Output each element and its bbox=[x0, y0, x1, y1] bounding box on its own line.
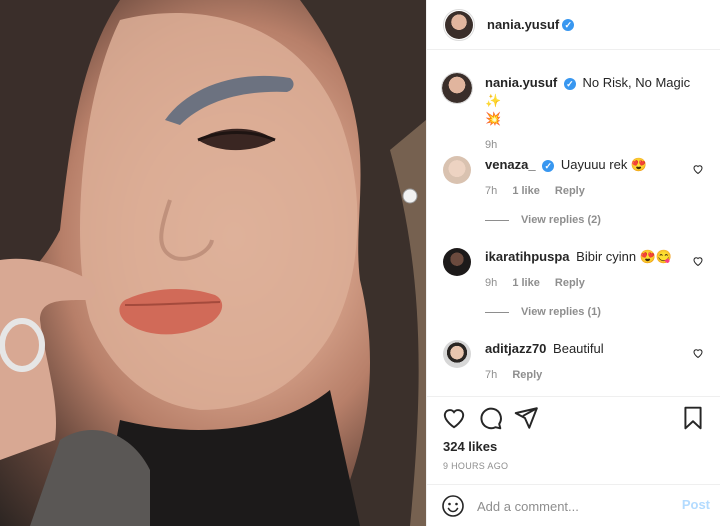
author-username[interactable]: nania.yusuf bbox=[487, 17, 559, 32]
reply-button[interactable]: Reply bbox=[555, 277, 585, 289]
like-comment-heart-icon[interactable] bbox=[692, 163, 704, 175]
comment-icon[interactable] bbox=[477, 405, 503, 431]
like-comment-heart-icon[interactable] bbox=[692, 347, 704, 359]
comment-username[interactable]: aditjazz70 bbox=[485, 341, 546, 356]
view-replies-button[interactable]: View replies (1) bbox=[485, 306, 601, 318]
post-sidebar: nania.yusuf ✓ nania.yusuf ✓ No Risk, No … bbox=[426, 0, 720, 526]
verified-badge-icon: ✓ bbox=[542, 159, 555, 172]
comment-body: ikaratihpuspa Bibir cyinn 😍😋 9h 1 like R… bbox=[485, 248, 680, 292]
selfie-illustration bbox=[0, 0, 426, 526]
comment-body: venaza_ ✓ Uayuuu rek 😍 7h 1 like Reply bbox=[485, 156, 680, 200]
likes-count[interactable]: 324 likes bbox=[443, 439, 497, 454]
caption-meta: 9h bbox=[485, 136, 704, 154]
view-replies-label: View replies (2) bbox=[521, 214, 601, 226]
commenter-avatar[interactable] bbox=[443, 340, 471, 368]
comment-text: Uayuuu rek 😍 bbox=[560, 157, 648, 172]
like-comment-heart-icon[interactable] bbox=[692, 255, 704, 267]
author-avatar[interactable] bbox=[443, 8, 475, 41]
comment-likes[interactable]: 1 like bbox=[512, 277, 540, 289]
post-actions: 324 likes 9 HOURS AGO bbox=[427, 396, 720, 484]
comment-time[interactable]: 7h bbox=[485, 369, 497, 381]
post-header: nania.yusuf ✓ bbox=[427, 0, 720, 50]
bookmark-icon[interactable] bbox=[680, 405, 706, 431]
caption-avatar[interactable] bbox=[441, 72, 473, 104]
sparkles-emoji-icon: ✨ bbox=[485, 93, 502, 108]
comment-likes[interactable]: 1 like bbox=[512, 185, 540, 197]
view-replies-label: View replies (1) bbox=[521, 306, 601, 318]
comment-username[interactable]: venaza_ bbox=[485, 157, 536, 172]
action-icons bbox=[441, 405, 706, 435]
reply-button[interactable]: Reply bbox=[512, 369, 542, 381]
comment-text: Bibir cyinn 😍😋 bbox=[576, 249, 673, 264]
comment-username[interactable]: ikaratihpuspa bbox=[485, 249, 570, 264]
heart-icon[interactable] bbox=[441, 405, 467, 431]
caption: nania.yusuf ✓ No Risk, No Magic ✨ 💥 9h bbox=[441, 72, 704, 151]
caption-username[interactable]: nania.yusuf bbox=[485, 75, 557, 90]
commenter-avatar[interactable] bbox=[443, 156, 471, 184]
comment-meta: 9h 1 like Reply bbox=[485, 274, 680, 292]
caption-time[interactable]: 9h bbox=[485, 139, 497, 151]
reply-button[interactable]: Reply bbox=[555, 185, 585, 197]
post-photo[interactable] bbox=[0, 0, 426, 526]
add-comment-bar: Post bbox=[427, 484, 720, 526]
comment-time[interactable]: 7h bbox=[485, 185, 497, 197]
verified-badge-icon: ✓ bbox=[563, 77, 576, 90]
add-comment-input[interactable] bbox=[477, 495, 667, 517]
comment-item: aditjazz70 Beautiful 7h Reply bbox=[443, 340, 704, 390]
comment-item: venaza_ ✓ Uayuuu rek 😍 7h 1 like Reply V… bbox=[443, 156, 704, 236]
share-icon[interactable] bbox=[513, 405, 539, 431]
comment-meta: 7h Reply bbox=[485, 366, 680, 384]
view-replies-line bbox=[485, 311, 509, 313]
post-comment-button[interactable]: Post bbox=[682, 497, 710, 512]
caption-text: No Risk, No Magic bbox=[582, 75, 691, 90]
collision-emoji-icon: 💥 bbox=[485, 111, 502, 126]
commenter-avatar[interactable] bbox=[443, 248, 471, 276]
comment-body: aditjazz70 Beautiful 7h Reply bbox=[485, 340, 680, 384]
post-timestamp[interactable]: 9 HOURS AGO bbox=[443, 461, 508, 471]
comment-meta: 7h 1 like Reply bbox=[485, 182, 680, 200]
caption-body: nania.yusuf ✓ No Risk, No Magic ✨ 💥 9h bbox=[485, 74, 704, 154]
comment-text: Beautiful bbox=[553, 341, 604, 356]
comments-scroll[interactable]: nania.yusuf ✓ No Risk, No Magic ✨ 💥 9h v… bbox=[427, 50, 720, 396]
emoji-icon[interactable] bbox=[441, 494, 465, 518]
view-replies-button[interactable]: View replies (2) bbox=[485, 214, 601, 226]
comment-item: ikaratihpuspa Bibir cyinn 😍😋 9h 1 like R… bbox=[443, 248, 704, 328]
view-replies-line bbox=[485, 219, 509, 221]
comment-time[interactable]: 9h bbox=[485, 277, 497, 289]
verified-badge-icon: ✓ bbox=[562, 18, 575, 31]
